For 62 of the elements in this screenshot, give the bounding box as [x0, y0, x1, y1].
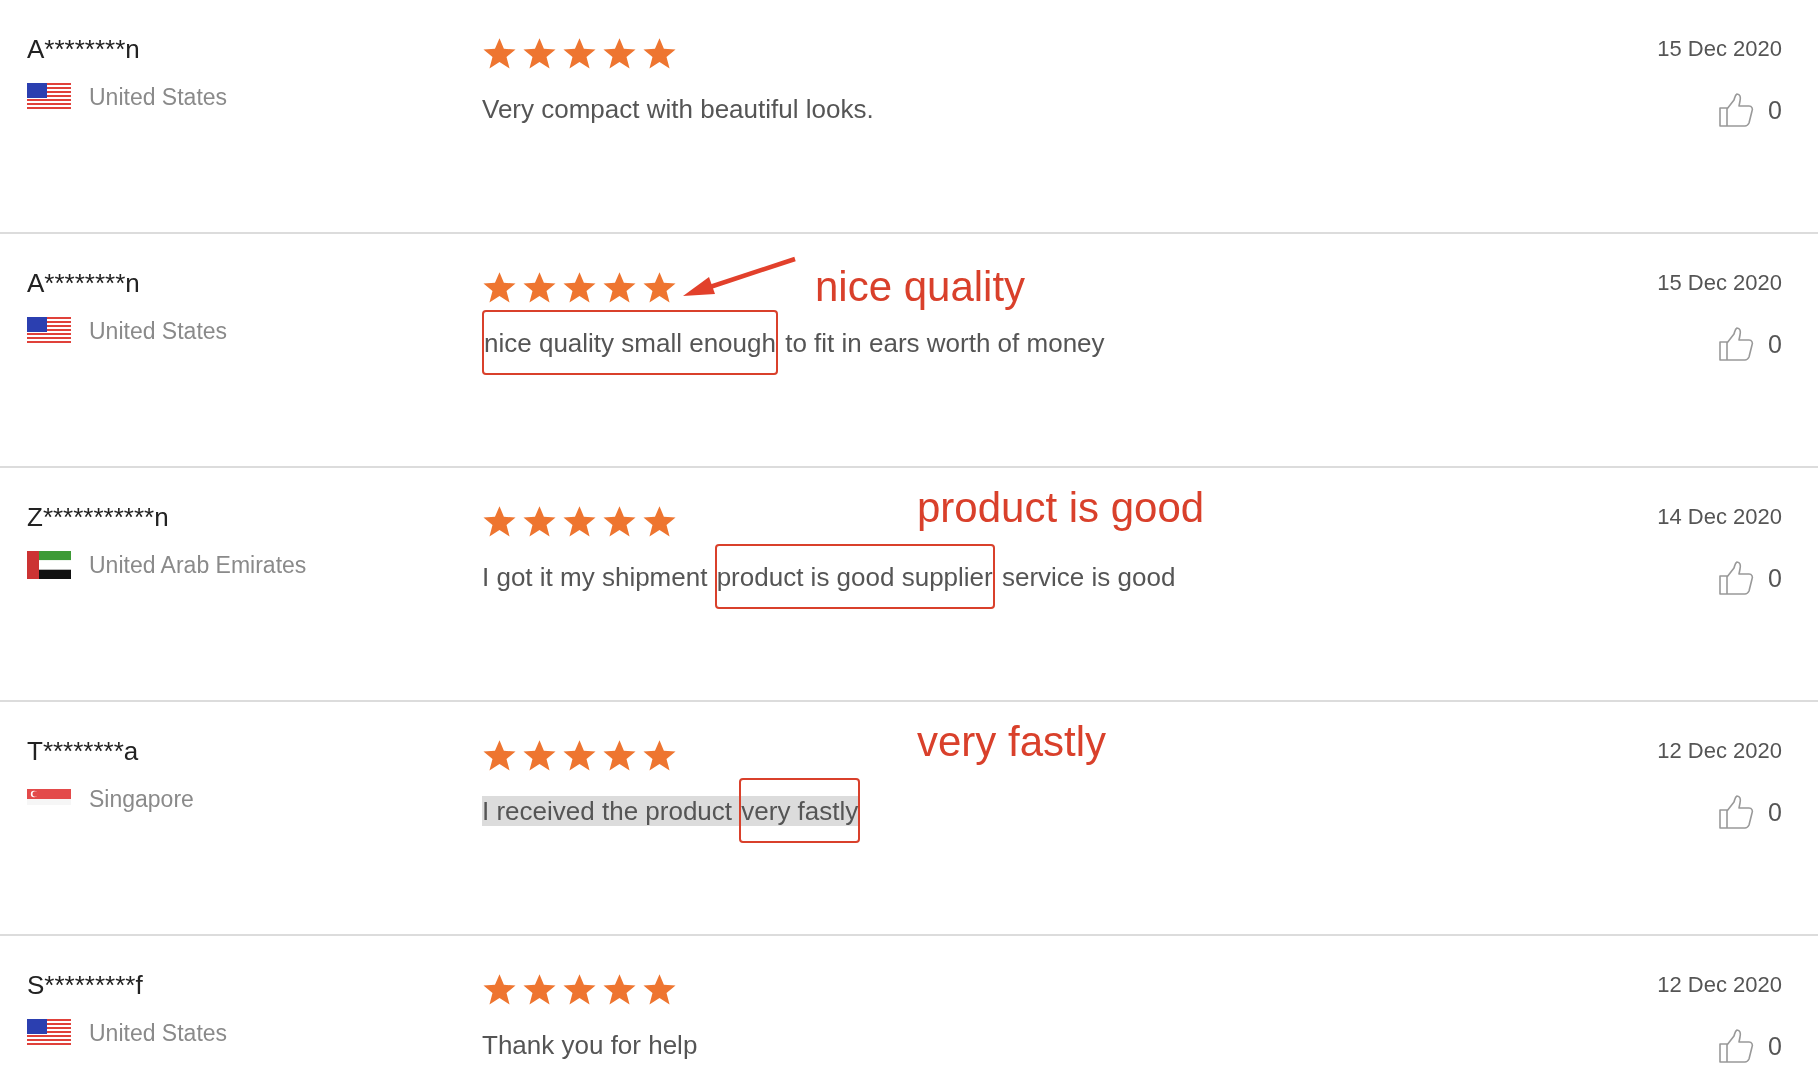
reviewer-name: Z***********n	[27, 502, 170, 533]
star-icon	[522, 35, 557, 71]
reviewer-name: A********n	[27, 34, 141, 65]
star-icon	[642, 35, 677, 71]
thumbs-up-icon[interactable]	[1718, 326, 1755, 362]
star-icon	[482, 971, 517, 1007]
review-text: Thank you for help	[482, 1030, 698, 1060]
star-icon	[522, 269, 557, 305]
annotation-label: nice quality	[815, 263, 1026, 311]
review-text: Very compact with beautiful looks.	[482, 94, 874, 124]
country-name: United States	[89, 317, 228, 345]
like-count: 0	[1768, 563, 1782, 593]
star-icon	[642, 971, 677, 1007]
like-count: 0	[1768, 95, 1782, 125]
flag-icon	[27, 551, 71, 579]
star-icon	[562, 971, 597, 1007]
star-icon	[602, 503, 637, 539]
star-icon	[562, 503, 597, 539]
star-icon	[642, 503, 677, 539]
annotation-box: nice quality small enough	[482, 310, 778, 375]
thumbs-up-icon[interactable]	[1718, 92, 1755, 128]
thumbs-up-icon[interactable]	[1718, 794, 1755, 830]
star-icon	[602, 737, 637, 773]
flag-icon	[27, 1019, 71, 1047]
review-date: 15 Dec 2020	[1657, 36, 1782, 62]
flag-icon	[27, 83, 71, 111]
review-date: 15 Dec 2020	[1657, 270, 1782, 296]
star-icon	[482, 269, 517, 305]
annotation-box: product is good supplier	[714, 544, 995, 609]
star-icon	[562, 35, 597, 71]
like-count: 0	[1768, 797, 1782, 827]
country-name: Singapore	[89, 785, 194, 813]
star-icon	[482, 503, 517, 539]
flag-icon	[27, 317, 71, 345]
thumbs-up-icon[interactable]	[1718, 1028, 1755, 1064]
star-icon	[482, 35, 517, 71]
like-count: 0	[1768, 1031, 1782, 1061]
reviewer-name: A********n	[27, 268, 141, 299]
star-icon	[642, 737, 677, 773]
like-count: 0	[1768, 329, 1782, 359]
star-icon	[522, 503, 557, 539]
review-date: 14 Dec 2020	[1657, 504, 1782, 530]
country-name: United States	[89, 1019, 228, 1047]
annotation-box: very fastly	[739, 778, 861, 843]
thumbs-up-icon[interactable]	[1718, 560, 1755, 596]
reviewer-name: S*********f	[27, 970, 144, 1001]
star-icon	[562, 737, 597, 773]
country-name: United States	[89, 83, 228, 111]
review-date: 12 Dec 2020	[1657, 972, 1782, 998]
star-icon	[602, 971, 637, 1007]
annotation-label: product is good	[917, 484, 1205, 532]
star-icon	[562, 269, 597, 305]
review-date: 12 Dec 2020	[1657, 738, 1782, 764]
star-icon	[482, 737, 517, 773]
star-icon	[602, 35, 637, 71]
reviewer-name: T********a	[27, 736, 140, 767]
annotation-label: very fastly	[917, 718, 1107, 766]
star-icon	[522, 971, 557, 1007]
star-icon	[642, 269, 677, 305]
star-icon	[602, 269, 637, 305]
country-name: United Arab Emirates	[89, 551, 307, 579]
star-icon	[522, 737, 557, 773]
